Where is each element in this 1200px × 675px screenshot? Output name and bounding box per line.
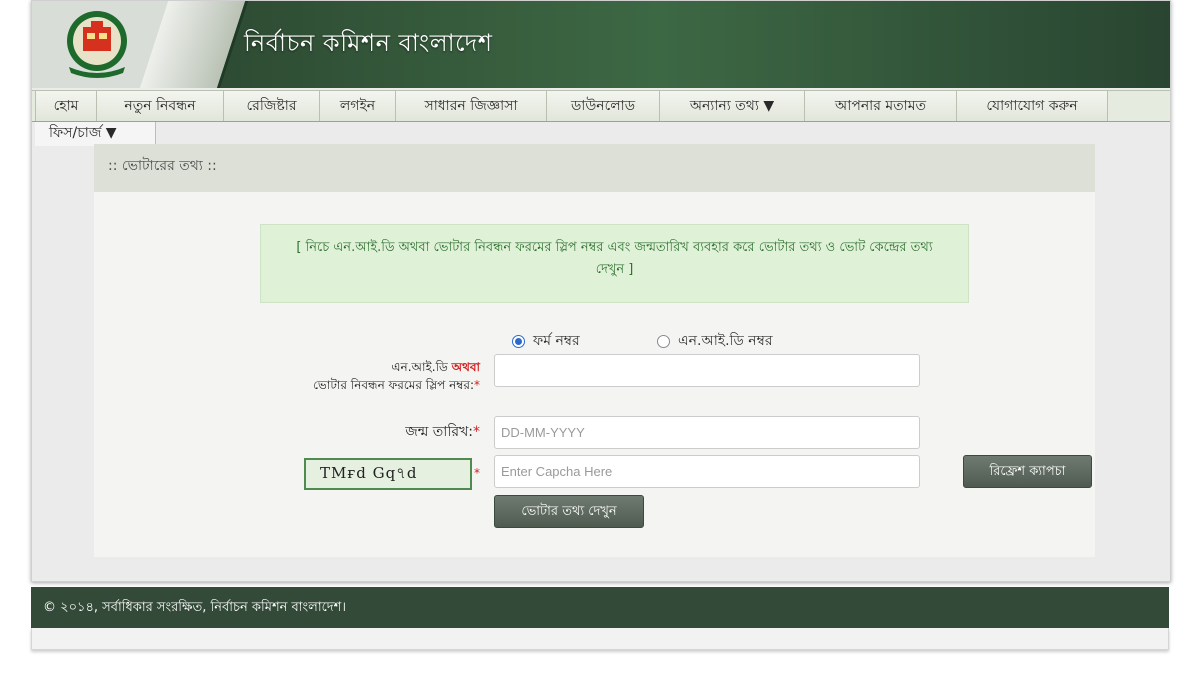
view-voter-info-button[interactable]: ভোটার তথ্য দেখুন: [494, 495, 644, 528]
id-label-slip: ভোটার নিবন্ধন ফরমের স্লিপ নম্বর:: [313, 378, 474, 392]
nav-item-login[interactable]: লগইন: [320, 91, 396, 121]
nav-item-feedback[interactable]: আপনার মতামত: [805, 91, 957, 121]
id-label-nid: এন.আই.ডি: [391, 360, 448, 374]
info-message: [ নিচে এন.আই.ডি অথবা ভোটার নিবন্ধন ফরমের…: [260, 224, 969, 303]
nav-item-home[interactable]: হোম: [35, 91, 97, 121]
dob-label: জন্ম তারিখ:*: [294, 423, 480, 441]
radio-nid-number[interactable]: [657, 334, 670, 348]
captcha-image: TMғd Gq৭d: [304, 458, 472, 490]
nav-item-other-info[interactable]: অন্যান্য তথ্য ▼: [660, 91, 805, 121]
election-commission-logo: [67, 11, 127, 78]
nav-item-new-registration[interactable]: নতুন নিবন্ধন: [97, 91, 224, 121]
panel-title: :: ভোটারের তথ্য ::: [94, 144, 1095, 192]
refresh-captcha-button[interactable]: রিফ্রেশ ক্যাপচা: [963, 455, 1092, 488]
radio-nid-number-option[interactable]: এন.আই.ডি নম্বর: [657, 329, 773, 353]
site-footer: © ২০১৪, সর্বাধিকার সংরক্ষিত, নির্বাচন কম…: [31, 587, 1169, 628]
radio-form-number-option[interactable]: ফর্ম নম্বর: [512, 329, 580, 353]
radio-nid-number-label: এন.আই.ডি নম্বর: [678, 333, 773, 349]
nav-item-faq[interactable]: সাধারন জিজ্ঞাসা: [396, 91, 547, 121]
nav-item-contact[interactable]: যোগাযোগ করুন: [957, 91, 1108, 121]
required-marker: *: [473, 424, 480, 440]
site-title: নির্বাচন কমিশন বাংলাদেশ: [244, 29, 493, 57]
voter-info-panel: :: ভোটারের তথ্য :: [ নিচে এন.আই.ডি অথবা …: [94, 144, 1095, 557]
main-nav: হোম নতুন নিবন্ধন রেজিষ্টার লগইন সাধারন জ…: [32, 90, 1170, 122]
id-number-input[interactable]: [494, 354, 920, 387]
footer-bottom-strip: [31, 628, 1169, 650]
site-header: নির্বাচন কমিশন বাংলাদেশ: [32, 1, 1170, 88]
radio-form-number[interactable]: [512, 334, 525, 348]
nav-item-download[interactable]: ডাউনলোড: [547, 91, 660, 121]
page-frame: নির্বাচন কমিশন বাংলাদেশ হোম নতুন নিবন্ধন…: [31, 0, 1171, 582]
nav-item-fees[interactable]: ফিস/চার্জ ▼: [35, 122, 156, 146]
required-marker: *: [474, 378, 480, 392]
radio-form-number-label: ফর্ম নম্বর: [533, 333, 580, 349]
required-marker: *: [474, 466, 480, 480]
captcha-input[interactable]: [494, 455, 920, 488]
dob-input[interactable]: [494, 416, 920, 449]
id-label-or: অথবা: [451, 360, 480, 374]
header-swoosh: [129, 1, 255, 88]
dob-label-text: জন্ম তারিখ:: [405, 424, 473, 440]
id-field-label: এন.আই.ডি অথবা ভোটার নিবন্ধন ফরমের স্লিপ …: [282, 358, 480, 394]
nav-item-register[interactable]: রেজিষ্টার: [224, 91, 320, 121]
